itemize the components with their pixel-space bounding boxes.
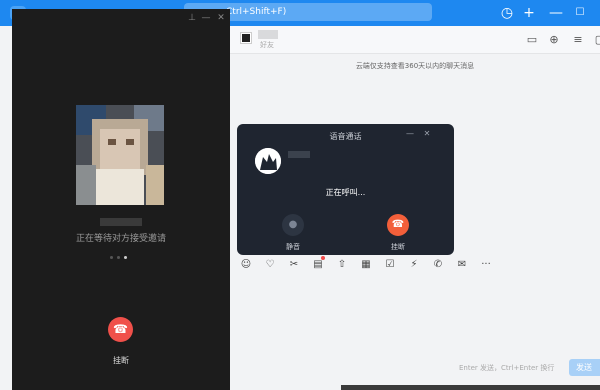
mail-icon[interactable]: ✉	[455, 258, 469, 272]
notification-dot	[321, 256, 325, 260]
maximize-icon[interactable]: ☐	[571, 4, 589, 22]
checkbox-icon[interactable]: ☑	[383, 258, 397, 272]
callee-name-blurred	[100, 218, 142, 226]
bottom-preview-strip	[341, 385, 600, 390]
history-note: 云端仅支持查看360天以内的聊天消息	[355, 62, 475, 70]
voice-hangup-button[interactable]: ☎	[387, 214, 409, 236]
friend-tag: 好友	[260, 41, 274, 49]
voice-hangup-label: 挂断	[391, 243, 405, 251]
scissors-icon[interactable]: ✂	[287, 258, 301, 272]
contact-name-blurred	[258, 30, 278, 39]
voice-call-dialog: 语音通话 — ✕ 正在呼叫... ● 静音 ☎ 挂断	[237, 124, 454, 255]
chat-header: 好友 ▭ ⊕ ≡ ▢	[230, 26, 600, 54]
lightning-icon[interactable]: ⚡	[407, 258, 421, 272]
voice-avatar	[255, 148, 281, 174]
voice-minimize-icon[interactable]: —	[405, 129, 415, 139]
video-call-window: ⊥ — ✕ 正在等待对方接受邀请 ☎ 挂断	[12, 9, 230, 390]
phone-icon[interactable]: ✆	[431, 258, 445, 272]
send-hint: Enter 发送，Ctrl+Enter 换行	[459, 364, 555, 372]
history-icon[interactable]: ◷	[498, 4, 516, 22]
pin-icon[interactable]: ⊥	[186, 12, 198, 24]
folder-icon[interactable]: ▭	[524, 32, 540, 48]
more-icon[interactable]: ▢	[592, 32, 600, 48]
file-icon[interactable]: ▤	[311, 258, 325, 272]
call-minimize-icon[interactable]: —	[200, 12, 212, 24]
message-toolbar: ☺ ♡ ✂ ▤ ⇧ ▦ ☑ ⚡ ✆ ✉ ···	[230, 256, 600, 274]
callee-avatar	[76, 105, 164, 205]
mute-button[interactable]: ●	[282, 214, 304, 236]
add-icon[interactable]: +	[520, 4, 538, 22]
search-hint: Ctrl+Shift+F)	[226, 7, 287, 17]
voice-close-icon[interactable]: ✕	[422, 129, 432, 139]
hangup-icon: ☎	[391, 219, 405, 230]
mute-label: 静音	[286, 243, 300, 251]
call-close-icon[interactable]: ✕	[215, 12, 227, 24]
more-tools-icon[interactable]: ···	[479, 258, 493, 272]
loading-dots	[110, 252, 131, 262]
voice-name-blurred	[288, 151, 310, 158]
hangup-icon: ☎	[113, 322, 128, 336]
calling-status: 正在呼叫...	[325, 188, 366, 197]
chat-avatar[interactable]	[240, 32, 252, 44]
waiting-text: 正在等待对方接受邀请	[75, 234, 166, 244]
calendar-icon[interactable]: ▦	[359, 258, 373, 272]
hangup-button[interactable]: ☎	[108, 317, 133, 342]
emoji-icon[interactable]: ☺	[239, 258, 253, 272]
hangup-label: 挂断	[113, 356, 129, 365]
like-icon[interactable]: ♡	[263, 258, 277, 272]
minimize-icon[interactable]: —	[547, 4, 565, 22]
send-button[interactable]: 发送	[569, 359, 600, 376]
microphone-icon: ●	[288, 219, 298, 230]
chat-search-icon[interactable]: ≡	[570, 32, 586, 48]
add-member-icon[interactable]: ⊕	[546, 32, 562, 48]
upload-icon[interactable]: ⇧	[335, 258, 349, 272]
